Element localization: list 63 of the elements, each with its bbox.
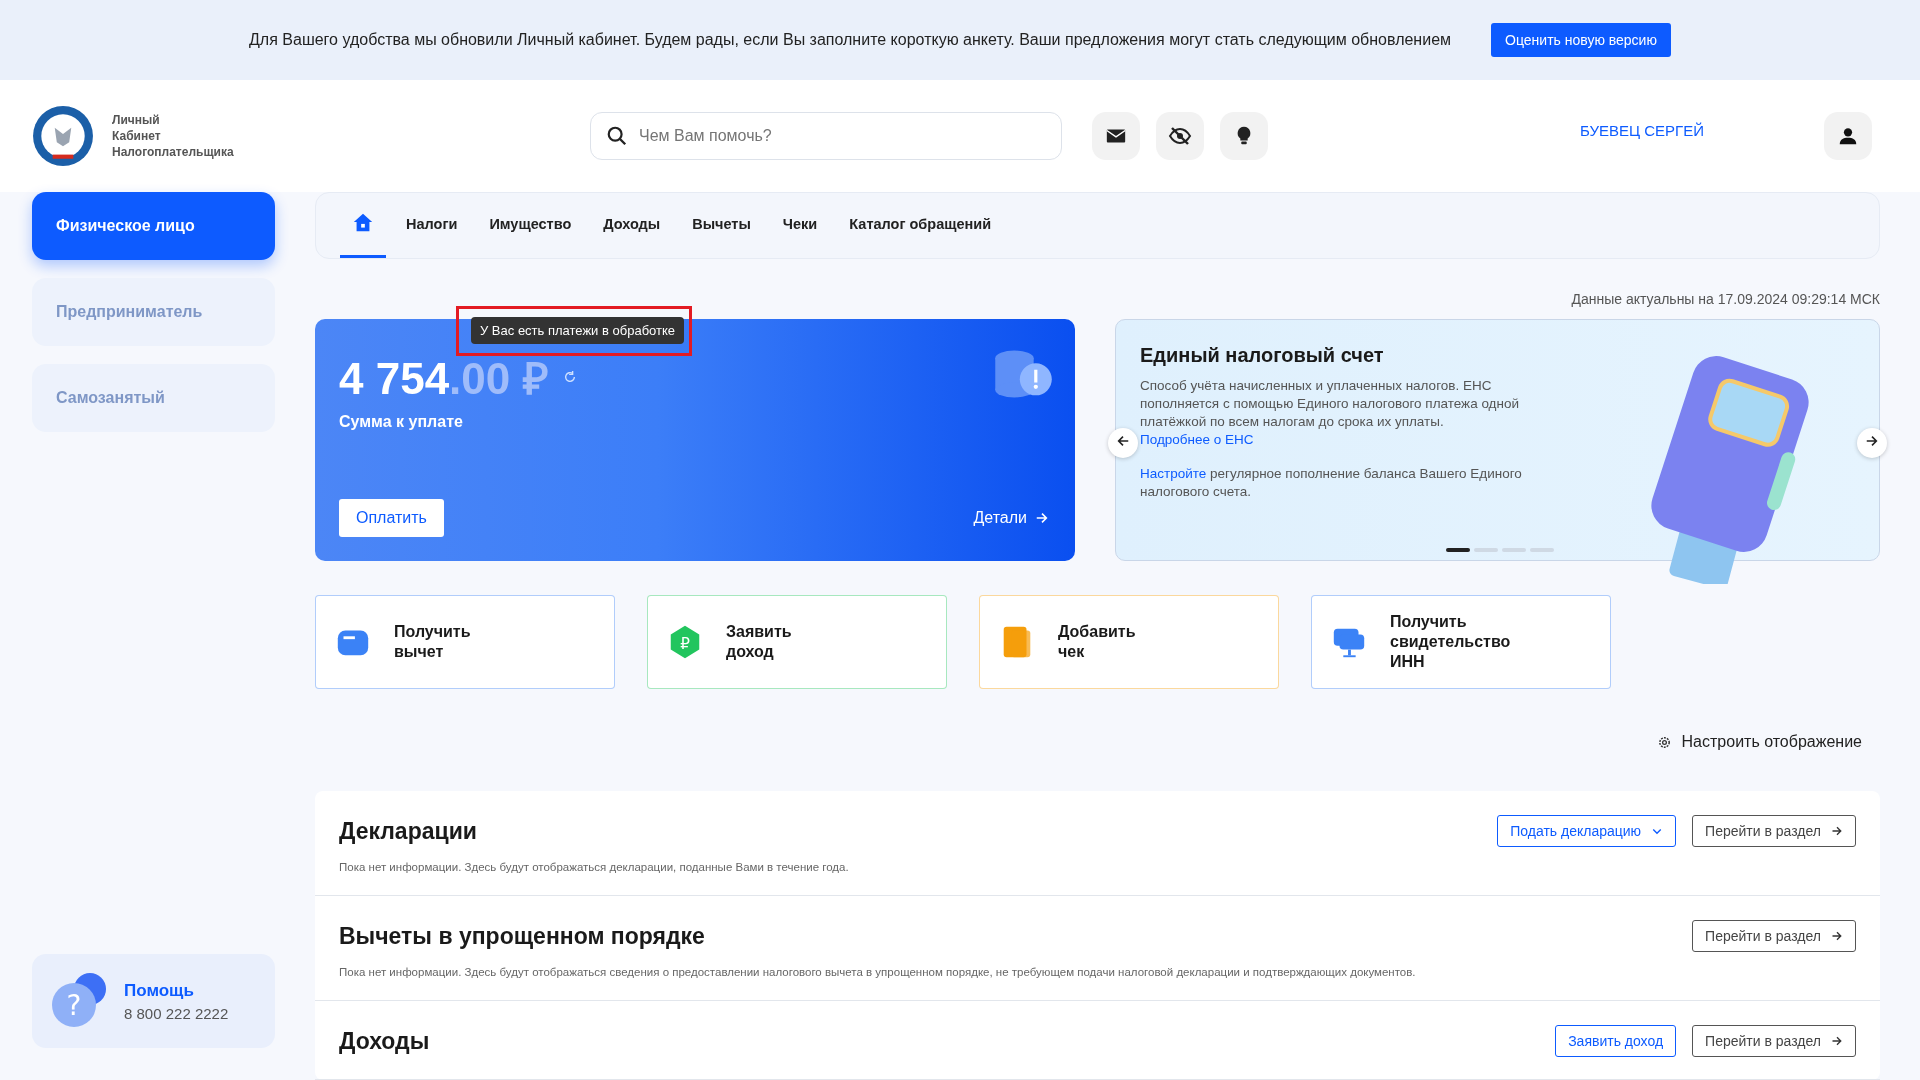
data-timestamp: Данные актуальны на 17.09.2024 09:29:14 МСК [1570, 291, 1880, 307]
arrow-right-icon [1831, 1035, 1843, 1047]
arrow-right-icon [1035, 511, 1049, 525]
amount-due: 4 754 [339, 354, 450, 404]
user-name-link[interactable]: БУЕВЕЦ СЕРГЕЙ [1579, 121, 1704, 139]
setup-description: Настройте регулярное пополнение баланса Вашего Единого налогового счета. [1140, 465, 1523, 501]
arrow-right-icon [1831, 825, 1843, 837]
search-field[interactable]: Чем Вам помочь? [590, 112, 1062, 160]
user-type-tab[interactable]: Физическое лицо [32, 192, 275, 260]
go-to-section-button[interactable]: Перейти в раздел [1692, 920, 1856, 952]
hidden-eye-icon[interactable] [1156, 112, 1204, 160]
customize-view-link[interactable]: Настроить отображение [1656, 733, 1862, 751]
arrow-right-icon [1831, 930, 1843, 942]
emblem-logo-icon [32, 105, 94, 167]
amount-label: Сумма к уплате [339, 413, 464, 431]
search-icon [606, 125, 628, 147]
nav-tab[interactable]: Каталог обращений [837, 193, 1004, 258]
action-label: Заявить доход [726, 622, 792, 662]
go-to-section-button[interactable]: Перейти в раздел [1692, 815, 1856, 847]
declare-income-button[interactable]: Заявить доход [1555, 1025, 1677, 1057]
quick-action-card[interactable]: ₽ Заявить доход [647, 595, 947, 689]
action-label: Получить свидетельство ИНН [1390, 612, 1511, 672]
arrow-left-icon [1116, 434, 1130, 448]
go-to-section-button[interactable]: Перейти в раздел [1692, 1025, 1856, 1057]
help-phone: 8 800 222 2222 [124, 1004, 229, 1022]
rate-version-button[interactable]: Оценить новую версию [1491, 23, 1671, 57]
submit-declaration-dropdown[interactable]: Подать декларацию [1497, 815, 1677, 847]
setup-link[interactable]: Настройте [1140, 466, 1207, 481]
section-empty-text: Пока нет информации. Здесь будут отображаться сведения о предоставлении налогового вычета в упрощенном порядке, не требующем подачи налоговой декларации и подтверждающих документов. [339, 966, 1417, 978]
more-link[interactable]: Подробнее о ЕНС [1140, 432, 1254, 447]
nav-tab[interactable]: Налоги [394, 193, 470, 258]
help-title: Помощь [124, 980, 195, 1001]
quick-action-card[interactable]: Получить свидетельство ИНН [1311, 595, 1611, 689]
section-title: Доходы [339, 1027, 430, 1055]
notice-text: Для Вашего удобства мы обновили Личный кабинет. Будем рады, если Вы заполните короткую анкету. Ваши предложения могут стать следующим обновлением [249, 31, 1452, 49]
help-card[interactable]: ? Помощь 8 800 222 2222 [32, 954, 275, 1048]
action-label: Получить вычет [394, 622, 471, 662]
promo-description: Способ учёта начисленных и уплаченных налогов. ЕНС пополняется с помощью Единого налогового платежа одной платёжкой по всем налогам до срока их уплаты. Подробнее о ЕНС [1140, 377, 1520, 449]
promo-title: Единый налоговый счет [1140, 344, 1385, 367]
refresh-icon[interactable] [562, 370, 577, 384]
nav-tab[interactable]: Доходы [591, 193, 673, 258]
user-profile-icon[interactable] [1824, 112, 1872, 160]
lightbulb-icon[interactable] [1220, 112, 1268, 160]
previous-arrow-button[interactable] [1108, 428, 1138, 458]
quick-action-card[interactable]: Получить вычет [315, 595, 615, 689]
action-label: Добавить чек [1058, 622, 1136, 662]
section-empty-text: Пока нет информации. Здесь будут отображаться декларации, поданные Вами в течение года. [339, 861, 850, 873]
details-link[interactable]: Детали [973, 509, 1049, 527]
quick-action-card[interactable]: Добавить чек [979, 595, 1279, 689]
section-title: Декларации [339, 817, 477, 845]
nav-tab[interactable]: Имущество [477, 193, 584, 258]
mail-icon[interactable] [1092, 112, 1140, 160]
settings-icon [1656, 734, 1672, 750]
amount-fraction: .00 ₽ [449, 353, 549, 405]
cabinet-title: Личный Кабинет Налогоплательщика [112, 112, 234, 160]
nav-tab[interactable]: Вычеты [680, 193, 763, 258]
arrow-right-icon [1865, 434, 1879, 448]
next-arrow-button[interactable] [1857, 428, 1887, 458]
home-icon [352, 211, 374, 234]
pay-button[interactable]: Оплатить [339, 499, 444, 537]
processing-tooltip: У Вас есть платежи в обработке [471, 317, 685, 344]
nav-tab[interactable]: Чеки [770, 193, 830, 258]
section-title: Вычеты в упрощенном порядке [339, 922, 705, 950]
